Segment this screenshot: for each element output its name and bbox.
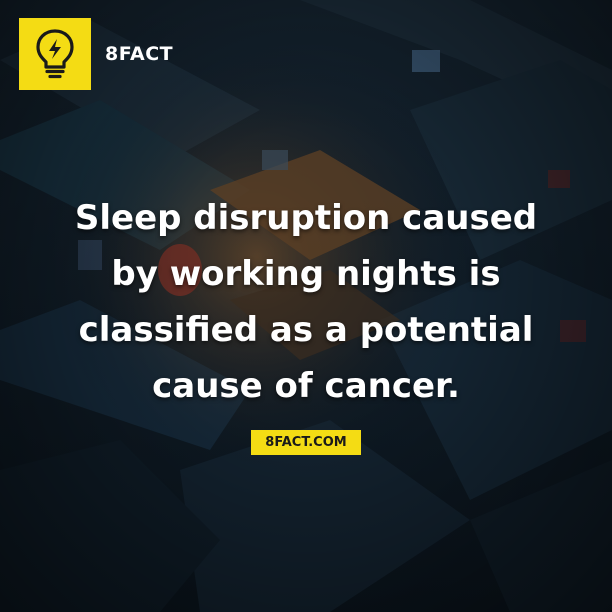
fact-line: by working nights is (111, 254, 501, 294)
fact-card: 8FACT Sleep disruption caused by working… (0, 0, 612, 612)
brand-logo (19, 18, 91, 90)
fact-line: Sleep disruption caused (74, 198, 538, 238)
brand-name: 8FACT (105, 43, 174, 65)
fact-text: Sleep disruption caused by working night… (40, 190, 572, 414)
brand-header: 8FACT (19, 18, 173, 90)
lightbulb-icon (36, 29, 74, 79)
site-url-badge[interactable]: 8FACT.COM (251, 430, 361, 455)
fact-line: classified as a potential (78, 310, 534, 350)
fact-line: cause of cancer. (152, 366, 460, 406)
